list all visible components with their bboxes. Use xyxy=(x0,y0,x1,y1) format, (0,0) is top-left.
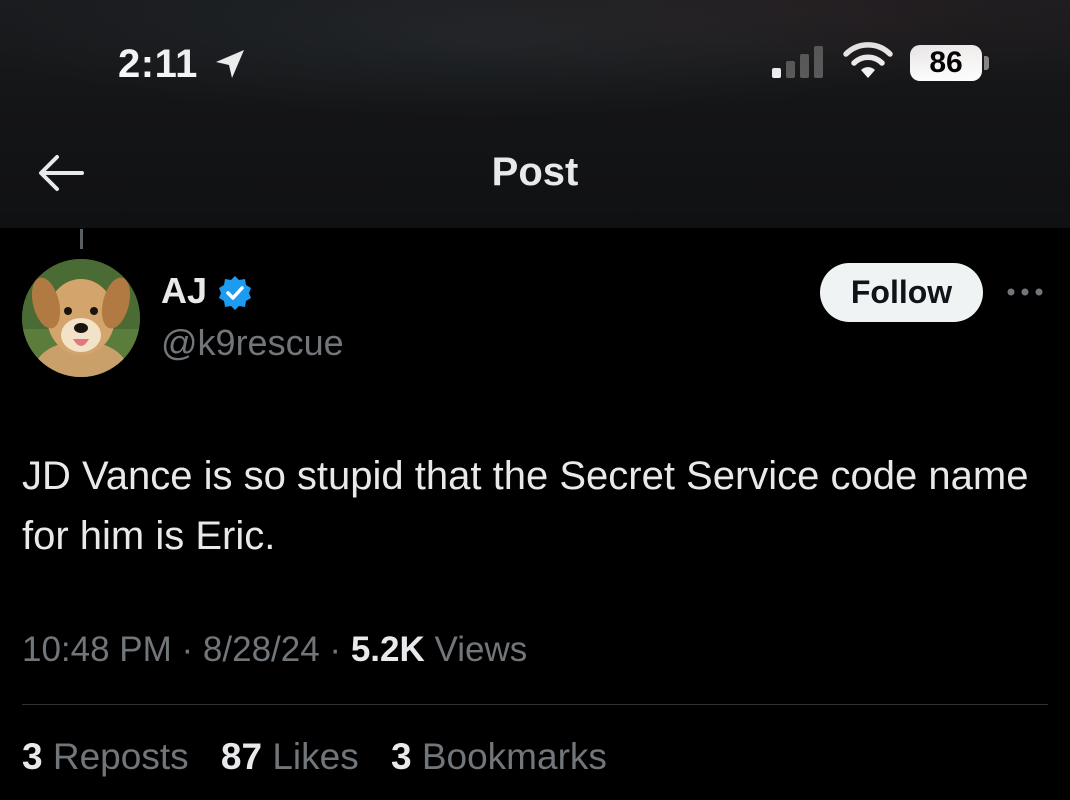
author-name[interactable]: AJ xyxy=(161,270,207,312)
battery-icon: 86 xyxy=(910,45,982,81)
post-text: JD Vance is so stupid that the Secret Se… xyxy=(22,454,1029,558)
views-count: 5.2K xyxy=(350,630,425,669)
likes-label: Likes xyxy=(272,736,359,777)
post-screen: 2:11 86 Post AJ @k9rescue Follow JD Vanc… xyxy=(0,0,1070,800)
follow-button[interactable]: Follow xyxy=(820,263,983,322)
battery-level: 86 xyxy=(929,46,963,79)
author-handle[interactable]: @k9rescue xyxy=(161,322,344,364)
post-time[interactable]: 10:48 PM xyxy=(22,630,172,669)
post-date[interactable]: 8/28/24 xyxy=(203,630,320,669)
likes-stat[interactable]: 87 Likes xyxy=(221,736,359,777)
views-label: Views xyxy=(434,630,528,669)
battery-cap xyxy=(984,56,989,70)
post-meta: 10:48 PM · 8/28/24 · 5.2K Views xyxy=(22,630,527,670)
engagement-stats: 3 Reposts 87 Likes 3 Bookmarks xyxy=(22,736,629,778)
reposts-count: 3 xyxy=(22,736,43,777)
bookmarks-label: Bookmarks xyxy=(421,736,607,777)
bookmarks-count: 3 xyxy=(390,736,412,777)
location-arrow-icon xyxy=(216,50,244,78)
top-bar: 2:11 86 Post xyxy=(0,0,1070,228)
status-time: 2:11 xyxy=(118,42,198,86)
bookmarks-stat[interactable]: 3 Bookmarks xyxy=(391,736,607,777)
avatar[interactable] xyxy=(22,259,140,377)
wifi-icon xyxy=(843,42,893,78)
likes-count: 87 xyxy=(220,736,263,777)
verified-badge-icon xyxy=(219,276,251,310)
thread-connector-line xyxy=(80,229,83,249)
divider xyxy=(22,704,1048,705)
meta-separator: · xyxy=(319,630,351,669)
reposts-stat[interactable]: 3 Reposts xyxy=(22,736,189,777)
page-title: Post xyxy=(491,150,579,194)
cellular-signal-icon xyxy=(772,46,823,78)
more-options-icon[interactable] xyxy=(1006,284,1044,300)
reposts-label: Reposts xyxy=(52,736,189,777)
meta-separator: · xyxy=(171,630,203,669)
dog-avatar-icon xyxy=(22,259,140,377)
